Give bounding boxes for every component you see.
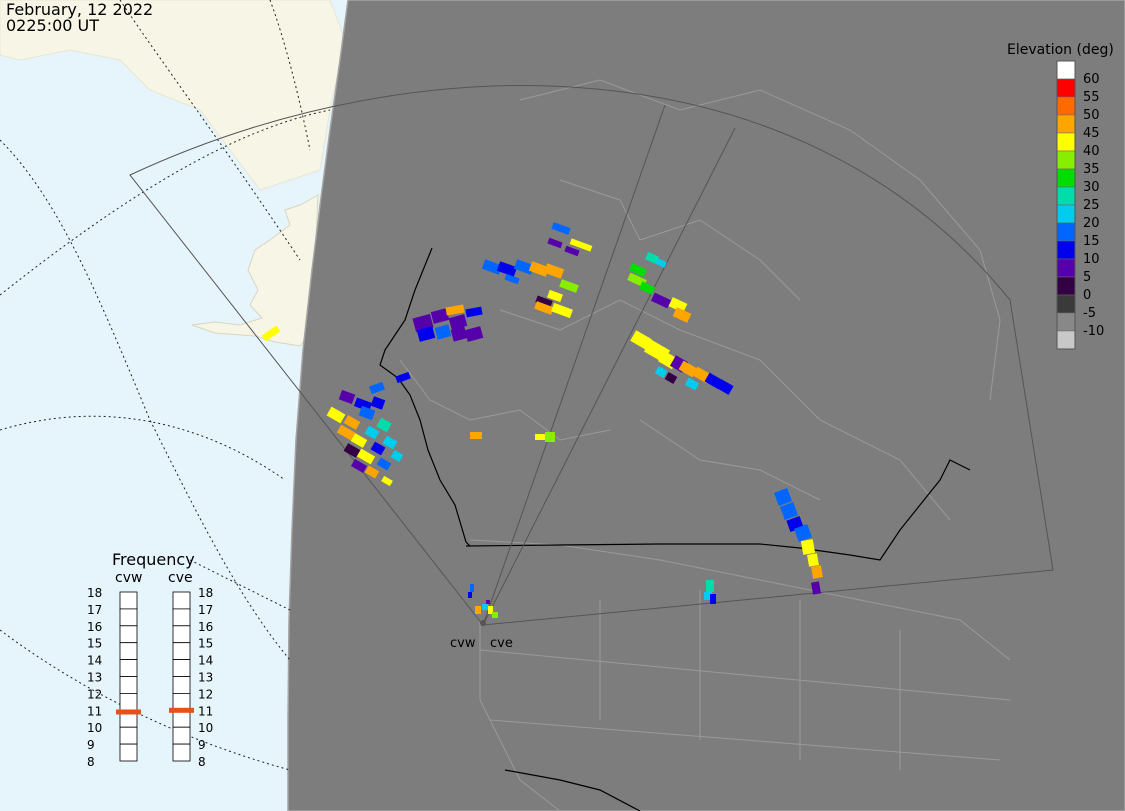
backscatter-cell (468, 592, 472, 598)
frequency-tick-label: 13 (87, 671, 102, 685)
elevation-tick-label: 0 (1083, 288, 1091, 303)
elevation-colorbar-title: Elevation (deg) (1007, 42, 1114, 58)
elevation-swatch (1056, 294, 1076, 314)
frequency-bar-cell (119, 608, 138, 627)
frequency-bar-cell (119, 659, 138, 677)
backscatter-cell (710, 594, 716, 604)
frequency-tick-label: 8 (198, 755, 206, 769)
backscatter-cell (470, 432, 482, 439)
backscatter-cell (535, 434, 545, 440)
backscatter-cell (482, 604, 488, 610)
time-label: 0225:00 UT (6, 16, 100, 35)
elevation-tick-label: 10 (1083, 252, 1100, 267)
frequency-cve-label: cve (168, 570, 193, 586)
frequency-tick-label: 10 (87, 721, 102, 735)
elevation-tick-label: 50 (1083, 108, 1100, 123)
frequency-tick-label: 18 (87, 586, 102, 600)
elevation-tick-label: -5 (1083, 306, 1096, 321)
elevation-tick-label: 60 (1083, 72, 1100, 87)
elevation-swatch (1056, 114, 1076, 134)
elevation-tick-label: 30 (1083, 180, 1100, 195)
frequency-tick-label: 14 (198, 654, 213, 668)
elevation-swatch (1056, 276, 1076, 296)
frequency-tick-label: 10 (198, 721, 213, 735)
frequency-tick-label: 11 (87, 704, 102, 718)
elevation-tick-label: 40 (1083, 144, 1100, 159)
elevation-tick-label: 15 (1083, 234, 1100, 249)
frequency-bar-cell (119, 743, 138, 762)
radar-map: cvw cve Elevation (deg) 6055504540353025… (0, 0, 1125, 811)
elevation-swatch (1056, 258, 1076, 278)
elevation-swatch (1056, 312, 1076, 332)
backscatter-cell (486, 600, 490, 604)
elevation-swatch (1056, 204, 1076, 224)
frequency-cvw-label: cvw (115, 570, 142, 586)
frequency-bar-cell (172, 743, 191, 762)
radar-site-marker (480, 620, 486, 626)
night-region (287, 0, 1125, 811)
radar-site-cvw-label: cvw (450, 636, 476, 651)
elevation-swatch (1056, 186, 1076, 206)
frequency-bar-cell (119, 625, 138, 644)
frequency-bar-cell (119, 726, 138, 745)
frequency-bar-cell (172, 642, 191, 661)
frequency-tick-label: 16 (198, 620, 213, 634)
frequency-bar-cell (172, 709, 191, 728)
frequency-bar-cell (119, 693, 138, 711)
frequency-tick-label: 12 (87, 687, 102, 701)
frequency-bar-cell (172, 625, 191, 644)
frequency-bar-cell (119, 676, 138, 694)
elevation-swatch (1056, 96, 1076, 116)
backscatter-cell (811, 565, 823, 579)
backscatter-cell (807, 553, 819, 567)
frequency-tick-label: 11 (198, 704, 213, 718)
elevation-swatch (1056, 168, 1076, 188)
frequency-bar-cell (172, 726, 191, 745)
frequency-bar-cell (172, 608, 191, 627)
elevation-tick-label: 5 (1083, 270, 1091, 285)
frequency-bar-cell (172, 591, 191, 610)
backscatter-cell (470, 584, 474, 592)
backscatter-cell (475, 606, 481, 614)
backscatter-cell (545, 432, 555, 442)
elevation-tick-label: -10 (1083, 324, 1104, 339)
radar-site-cve-label: cve (490, 636, 513, 651)
frequency-tick-label: 18 (198, 586, 213, 600)
frequency-tick-label: 9 (87, 738, 95, 752)
elevation-tick-label: 45 (1083, 126, 1100, 141)
elevation-swatch (1056, 78, 1076, 98)
frequency-marker (169, 707, 194, 713)
frequency-tick-label: 8 (87, 755, 95, 769)
frequency-bar-cell (172, 676, 191, 694)
frequency-tick-label: 12 (198, 687, 213, 701)
elevation-tick-label: 55 (1083, 90, 1100, 105)
frequency-bar-cell (119, 591, 138, 610)
frequency-bar-cell (172, 693, 191, 711)
frequency-tick-label: 16 (87, 620, 102, 634)
elevation-tick-label: 25 (1083, 198, 1100, 213)
frequency-bar-cell (119, 642, 138, 661)
frequency-tick-label: 17 (198, 603, 213, 617)
backscatter-cell (706, 580, 714, 592)
elevation-tick-label: 20 (1083, 216, 1100, 231)
frequency-title: Frequency (112, 550, 195, 569)
frequency-tick-label: 15 (87, 637, 102, 651)
elevation-swatch (1056, 132, 1076, 152)
elevation-swatch (1056, 150, 1076, 170)
frequency-tick-label: 14 (87, 654, 102, 668)
frequency-tick-label: 13 (198, 671, 213, 685)
frequency-tick-label: 9 (198, 738, 206, 752)
backscatter-cell (492, 612, 498, 618)
elevation-swatch (1056, 60, 1076, 80)
frequency-bar-cell (172, 659, 191, 677)
frequency-tick-label: 15 (198, 637, 213, 651)
elevation-swatch (1056, 222, 1076, 242)
elevation-tick-label: 35 (1083, 162, 1100, 177)
backscatter-cell (800, 539, 816, 555)
frequency-tick-label: 17 (87, 603, 102, 617)
elevation-swatch (1056, 240, 1076, 260)
frequency-marker (116, 709, 141, 715)
elevation-swatch (1056, 330, 1076, 350)
